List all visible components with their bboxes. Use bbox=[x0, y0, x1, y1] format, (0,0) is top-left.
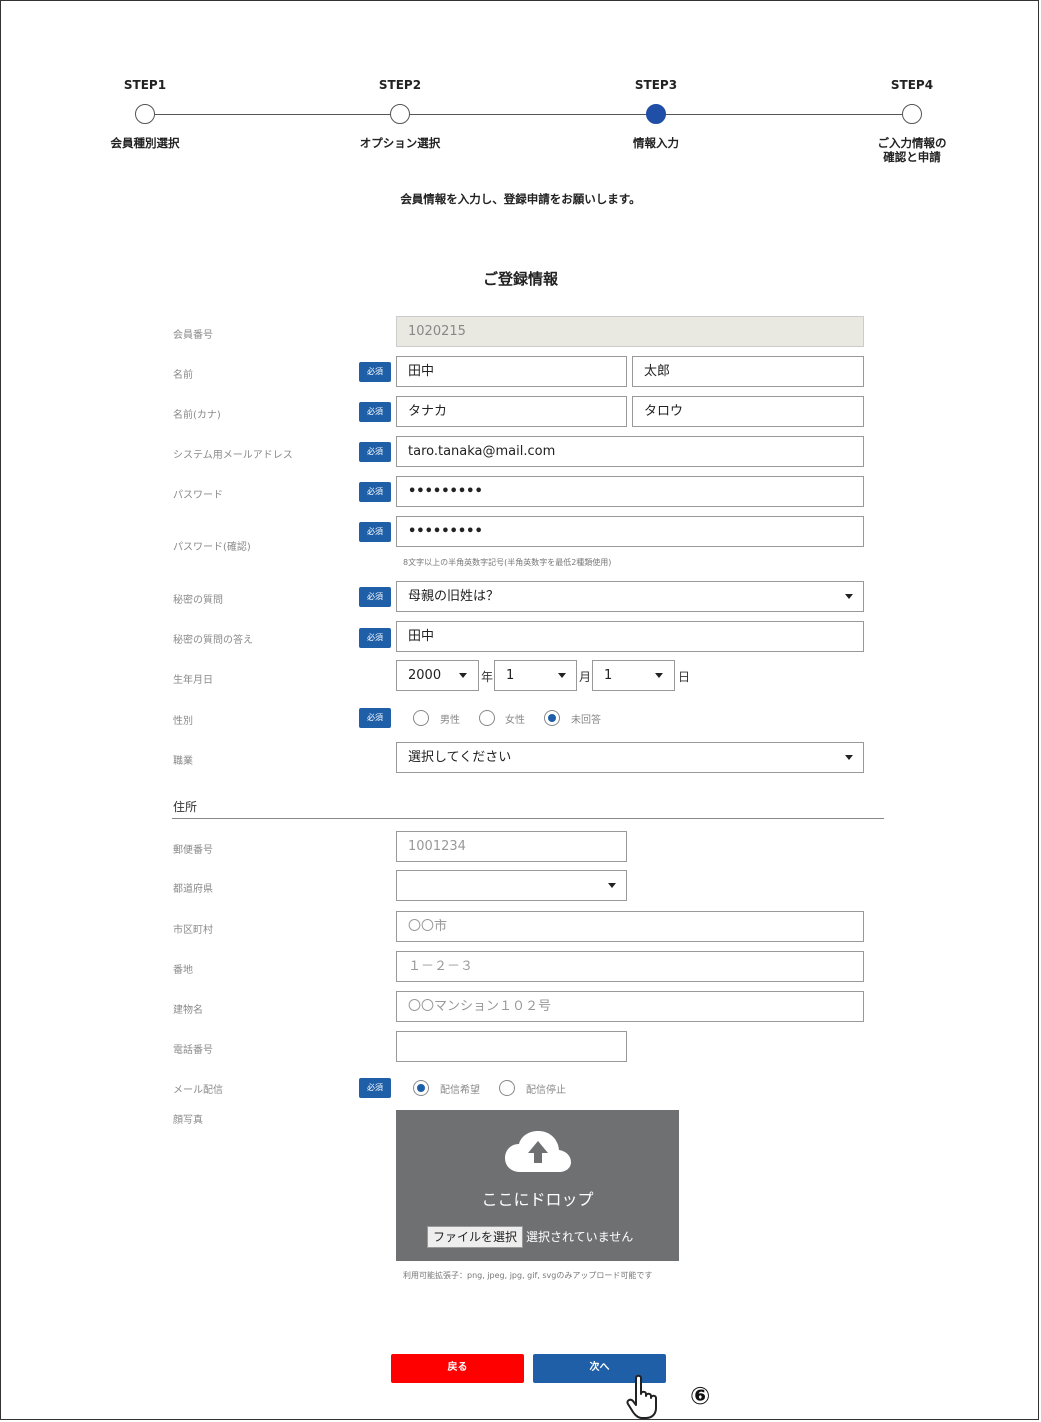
address-heading: 住所 bbox=[173, 800, 198, 814]
member-number-field: 1020215 bbox=[396, 316, 864, 347]
required-badge: 必須 bbox=[359, 1078, 391, 1098]
member-number-label: 会員番号 bbox=[173, 330, 213, 341]
required-badge: 必須 bbox=[359, 442, 391, 462]
required-badge: 必須 bbox=[359, 362, 391, 382]
section-title: ご登録情報 bbox=[482, 270, 558, 288]
gender-female-radio[interactable] bbox=[479, 710, 495, 726]
last-name-input[interactable]: 田中 bbox=[396, 356, 627, 387]
cloud-upload-icon bbox=[505, 1131, 571, 1172]
required-badge: 必須 bbox=[359, 628, 391, 648]
gender-male-radio[interactable] bbox=[413, 710, 429, 726]
birthdate-label: 生年月日 bbox=[173, 675, 213, 686]
photo-hint: 利用可能拡張子：png, jpeg, jpg, gif, svgのみアップロード… bbox=[403, 1271, 653, 1280]
chevron-down-icon bbox=[845, 755, 853, 760]
step3-title: STEP3 bbox=[634, 78, 678, 92]
gender-unanswered-label: 未回答 bbox=[571, 715, 601, 726]
step1-title: STEP1 bbox=[123, 78, 167, 92]
building-input[interactable]: 〇〇マンション１０２号 bbox=[396, 991, 864, 1022]
pointing-hand-cursor-icon bbox=[626, 1374, 657, 1419]
divider bbox=[172, 818, 884, 819]
email-input[interactable]: taro.tanaka@mail.com bbox=[396, 436, 864, 467]
mail-delivery-on-label: 配信希望 bbox=[440, 1085, 480, 1096]
annotation-number: ⑥ bbox=[690, 1382, 711, 1410]
mail-delivery-off-label: 配信停止 bbox=[526, 1085, 566, 1096]
phone-label: 電話番号 bbox=[173, 1045, 213, 1056]
prefecture-select[interactable] bbox=[396, 870, 627, 901]
year-unit: 年 bbox=[481, 670, 494, 684]
first-name-input[interactable]: 太郎 bbox=[632, 356, 864, 387]
step2-title: STEP2 bbox=[378, 78, 422, 92]
step2-label: オプション選択 bbox=[359, 136, 441, 150]
chevron-down-icon bbox=[459, 673, 467, 678]
last-name-kana-input[interactable]: タナカ bbox=[396, 396, 627, 427]
step2-dot bbox=[390, 104, 410, 124]
occupation-select[interactable]: 選択してください bbox=[396, 742, 864, 773]
chevron-down-icon bbox=[845, 594, 853, 599]
step3-label: 情報入力 bbox=[633, 136, 679, 150]
gender-female-label: 女性 bbox=[505, 715, 525, 726]
chevron-down-icon bbox=[608, 883, 616, 888]
drop-text: ここにドロップ bbox=[481, 1190, 594, 1209]
required-badge: 必須 bbox=[359, 482, 391, 502]
gender-label: 性別 bbox=[173, 716, 193, 727]
password-confirm-label: パスワード(確認) bbox=[173, 542, 251, 553]
step3-dot-active bbox=[646, 104, 666, 124]
phone-input[interactable] bbox=[396, 1031, 627, 1062]
step4-title: STEP4 bbox=[890, 78, 934, 92]
intro-text: 会員情報を入力し、登録申請をお願いします。 bbox=[400, 192, 641, 206]
secret-answer-input[interactable]: 田中 bbox=[396, 621, 864, 652]
required-badge: 必須 bbox=[359, 522, 391, 542]
required-badge: 必須 bbox=[359, 708, 391, 728]
photo-drop-zone[interactable]: ここにドロップ ファイルを選択 選択されていません bbox=[396, 1110, 679, 1261]
chevron-down-icon bbox=[558, 673, 566, 678]
gender-male-label: 男性 bbox=[440, 715, 460, 726]
file-status: 選択されていません bbox=[526, 1230, 634, 1244]
prefecture-label: 都道府県 bbox=[173, 884, 213, 895]
secret-question-select[interactable]: 母親の旧姓は？ bbox=[396, 581, 864, 612]
chevron-down-icon bbox=[655, 673, 663, 678]
required-badge: 必須 bbox=[359, 587, 391, 607]
secret-question-label: 秘密の質問 bbox=[173, 595, 223, 606]
mail-delivery-label: メール配信 bbox=[173, 1085, 223, 1096]
first-name-kana-input[interactable]: タロウ bbox=[632, 396, 864, 427]
occupation-label: 職業 bbox=[173, 756, 193, 767]
step1-dot bbox=[135, 104, 155, 124]
mail-delivery-off-radio[interactable] bbox=[499, 1080, 515, 1096]
secret-answer-label: 秘密の質問の答え bbox=[173, 635, 253, 646]
building-label: 建物名 bbox=[173, 1005, 203, 1016]
step4-dot bbox=[902, 104, 922, 124]
email-label: システム用メールアドレス bbox=[173, 450, 293, 461]
name-label: 名前 bbox=[173, 370, 193, 381]
street-input[interactable]: １－２－３ bbox=[396, 951, 864, 982]
name-kana-label: 名前(カナ) bbox=[173, 410, 221, 421]
step1-label: 会員種別選択 bbox=[110, 136, 180, 150]
city-input[interactable]: 〇〇市 bbox=[396, 911, 864, 942]
day-unit: 日 bbox=[678, 670, 691, 684]
mail-delivery-on-radio[interactable] bbox=[413, 1080, 429, 1096]
password-confirm-input[interactable]: ••••••••• bbox=[396, 516, 864, 547]
city-label: 市区町村 bbox=[173, 925, 213, 936]
postal-code-input[interactable]: 1001234 bbox=[396, 831, 627, 862]
postal-code-label: 郵便番号 bbox=[173, 845, 213, 856]
month-unit: 月 bbox=[579, 670, 592, 684]
step4-label: ご入力情報の 確認と申請 bbox=[877, 136, 947, 164]
required-badge: 必須 bbox=[359, 402, 391, 422]
password-input[interactable]: ••••••••• bbox=[396, 476, 864, 507]
photo-label: 顔写真 bbox=[173, 1115, 203, 1126]
back-button[interactable]: 戻る bbox=[391, 1354, 524, 1383]
street-label: 番地 bbox=[173, 965, 193, 976]
choose-file-button[interactable]: ファイルを選択 bbox=[427, 1226, 524, 1248]
gender-unanswered-radio[interactable] bbox=[544, 710, 560, 726]
password-hint: 8文字以上の半角英数字記号(半角英数字を最低2種類使用) bbox=[403, 558, 612, 567]
stepper-line bbox=[145, 114, 912, 115]
password-label: パスワード bbox=[173, 490, 223, 501]
